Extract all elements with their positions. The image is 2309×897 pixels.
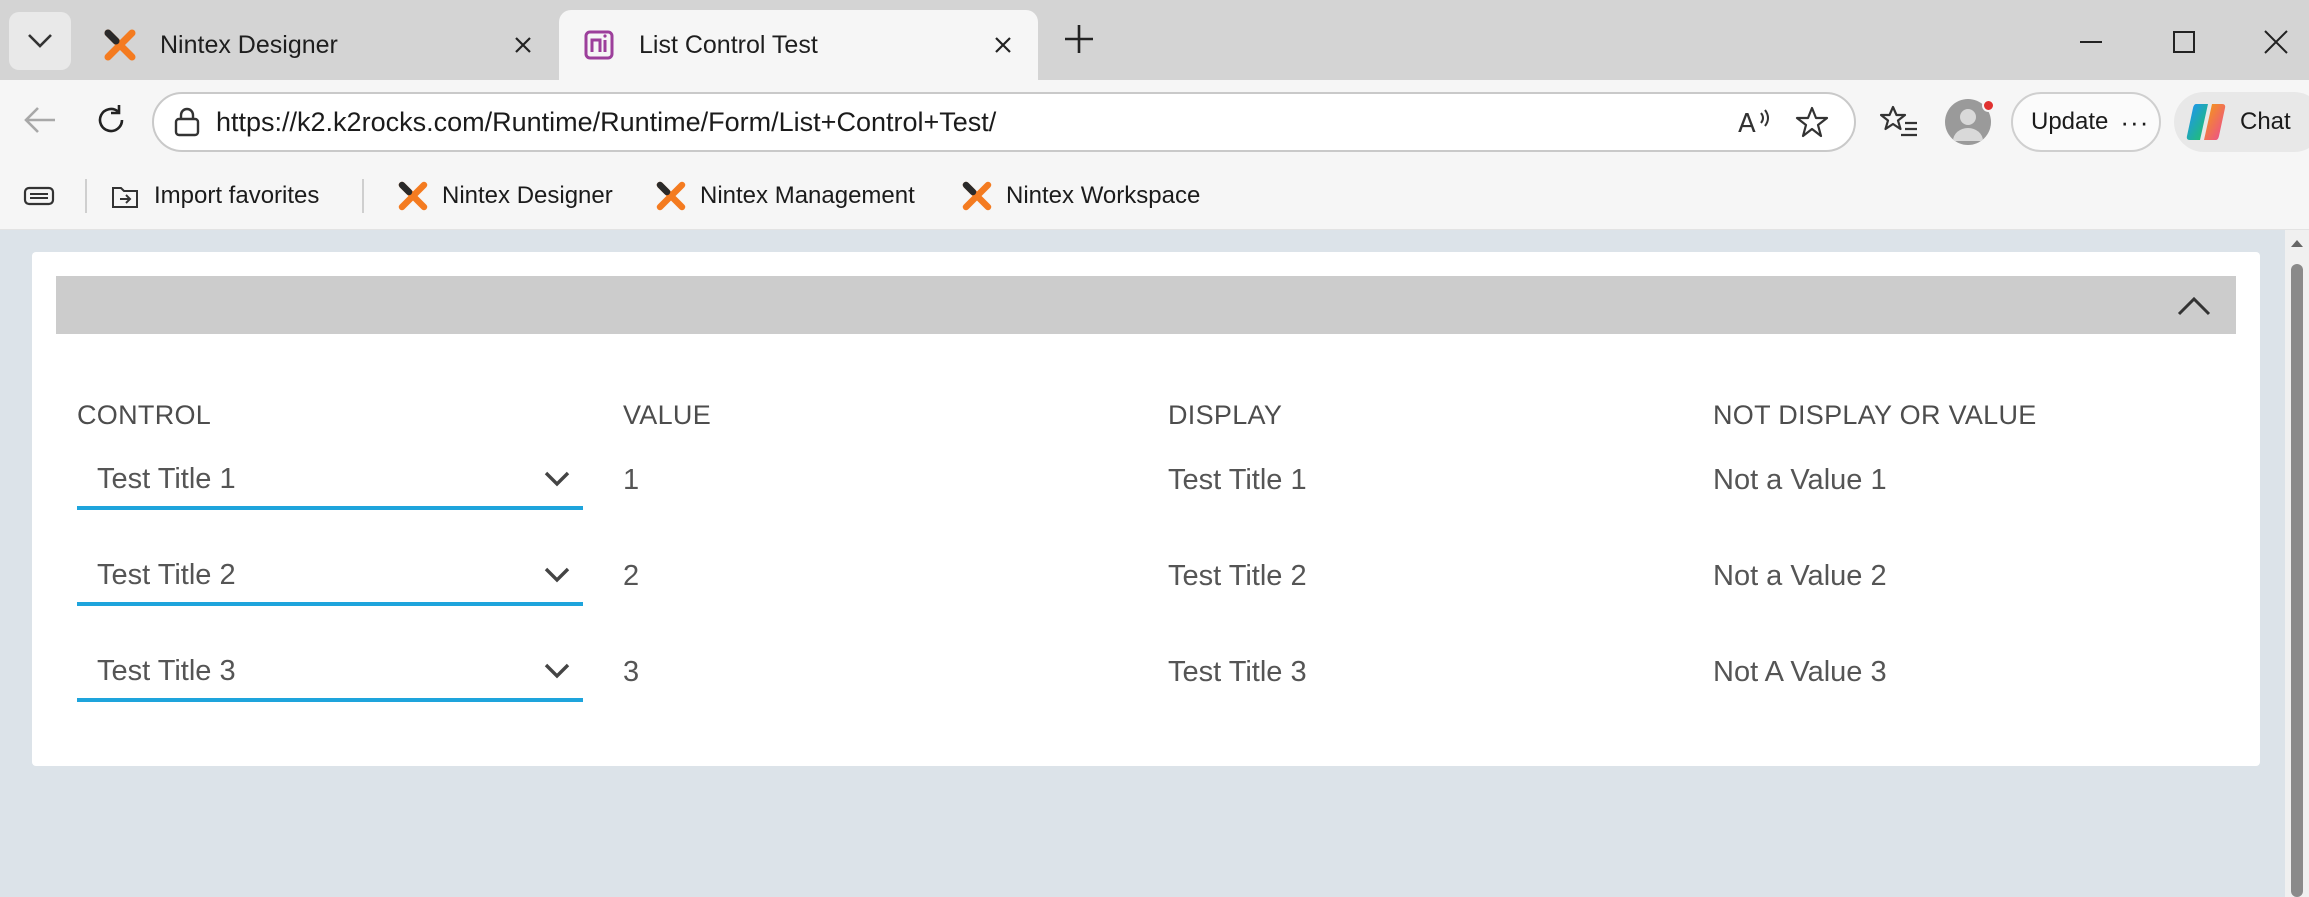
column-header-control: CONTROL (77, 400, 212, 430)
favorite-nintex-designer[interactable]: Nintex Designer (398, 174, 613, 218)
favorites-separator (362, 179, 364, 213)
plus-icon (1065, 25, 1093, 53)
favorite-nintex-workspace[interactable]: Nintex Workspace (962, 174, 1200, 218)
control-dropdown-2[interactable]: Test Title 2 (77, 548, 583, 606)
new-tab-button[interactable] (1058, 18, 1100, 60)
minimize-icon (2080, 41, 2102, 43)
chat-label: Chat (2240, 108, 2291, 135)
update-label: Update (2031, 108, 2109, 135)
browser-toolbar: https://k2.k2rocks.com/Runtime/Runtime/F… (0, 80, 2309, 162)
refresh-icon (98, 105, 124, 133)
control-dropdown-1[interactable]: Test Title 1 (77, 452, 583, 510)
scroll-up-arrow-icon[interactable] (2289, 236, 2305, 250)
close-icon (2264, 30, 2288, 54)
scrollbar-thumb[interactable] (2291, 264, 2303, 897)
control-dropdown-3[interactable]: Test Title 3 (77, 644, 583, 702)
favorite-nintex-management[interactable]: Nintex Management (656, 174, 915, 218)
address-bar[interactable]: https://k2.k2rocks.com/Runtime/Runtime/F… (152, 92, 1856, 152)
maximize-button[interactable] (2154, 14, 2214, 70)
tab-actions-menu-button[interactable] (9, 12, 71, 70)
tab-strip: Nintex Designer List Control Test (0, 0, 2309, 80)
read-aloud-icon[interactable]: A (1732, 100, 1776, 144)
tab-label: Nintex Designer (160, 30, 338, 59)
collapse-view-button[interactable] (2174, 288, 2214, 324)
nintex-x-icon (656, 181, 686, 211)
minimize-button[interactable] (2061, 14, 2121, 70)
page-scrollbar[interactable] (2285, 230, 2309, 897)
favorites-separator (85, 179, 87, 213)
nintex-x-icon (104, 29, 136, 61)
url-text[interactable]: https://k2.k2rocks.com/Runtime/Runtime/F… (216, 107, 1718, 138)
not-display-or-value-cell: Not A Value 3 (1713, 656, 1887, 688)
copilot-chat-button[interactable]: Chat (2174, 92, 2309, 152)
favorite-label: Import favorites (154, 182, 320, 209)
maximize-icon (2173, 31, 2195, 53)
refresh-button[interactable] (87, 96, 135, 144)
chevron-down-icon[interactable] (537, 459, 577, 499)
favorite-label: Nintex Designer (442, 182, 613, 209)
close-window-button[interactable] (2246, 14, 2306, 70)
value-cell: 1 (623, 464, 640, 496)
update-button[interactable]: Update ··· (2011, 92, 2161, 152)
collections-button[interactable] (22, 174, 56, 218)
site-info-icon[interactable] (170, 105, 204, 139)
tab-label: List Control Test (639, 30, 818, 59)
page-viewport: CONTROL VALUE DISPLAY NOT DISPLAY OR VAL… (6, 230, 2285, 897)
display-cell: Test Title 2 (1168, 560, 1307, 592)
dropdown-selected-value: Test Title 3 (97, 654, 236, 687)
favorites-bar: Import favorites Nintex Designer Nintex … (0, 162, 2309, 230)
favorites-button[interactable] (1874, 96, 1924, 146)
favorite-import-favorites[interactable]: Import favorites (110, 174, 319, 218)
chevron-down-icon (28, 34, 52, 48)
collections-icon (23, 186, 55, 206)
column-header-display: DISPLAY (1168, 400, 1283, 430)
nintex-x-icon (962, 181, 992, 211)
tab-nintex-designer[interactable]: Nintex Designer (80, 10, 558, 80)
nintex-n-icon (584, 30, 614, 60)
dropdown-selected-value: Test Title 2 (97, 558, 236, 591)
display-cell: Test Title 1 (1168, 464, 1307, 496)
back-arrow-icon (24, 107, 55, 133)
svg-text:A: A (1738, 109, 1756, 137)
close-tab-icon[interactable] (508, 30, 538, 60)
notification-dot (1982, 99, 1995, 112)
view-header-bar (56, 276, 2236, 334)
value-cell: 2 (623, 560, 640, 592)
display-cell: Test Title 3 (1168, 656, 1307, 688)
more-options-icon[interactable]: ··· (2120, 107, 2149, 138)
chevron-up-icon (2177, 296, 2211, 316)
column-header-not-display-or-value: NOT DISPLAY OR VALUE (1713, 400, 2037, 430)
favorite-star-icon[interactable] (1790, 100, 1834, 144)
copilot-icon (2186, 104, 2226, 140)
import-favorites-icon (112, 187, 138, 208)
favorites-list-icon (1880, 105, 1917, 137)
dropdown-selected-value: Test Title 1 (97, 462, 236, 495)
form-view-card: CONTROL VALUE DISPLAY NOT DISPLAY OR VAL… (32, 252, 2260, 766)
close-tab-icon[interactable] (988, 30, 1018, 60)
value-cell: 3 (623, 656, 640, 688)
favorite-label: Nintex Workspace (1006, 182, 1201, 209)
not-display-or-value-cell: Not a Value 1 (1713, 464, 1887, 496)
back-button[interactable] (16, 96, 64, 144)
chevron-down-icon[interactable] (537, 555, 577, 595)
favorite-label: Nintex Management (700, 182, 915, 209)
nintex-x-icon (398, 181, 428, 211)
tab-list-control-test[interactable]: List Control Test (559, 10, 1038, 80)
chevron-down-icon[interactable] (537, 651, 577, 691)
not-display-or-value-cell: Not a Value 2 (1713, 560, 1887, 592)
column-header-value: VALUE (623, 400, 712, 430)
